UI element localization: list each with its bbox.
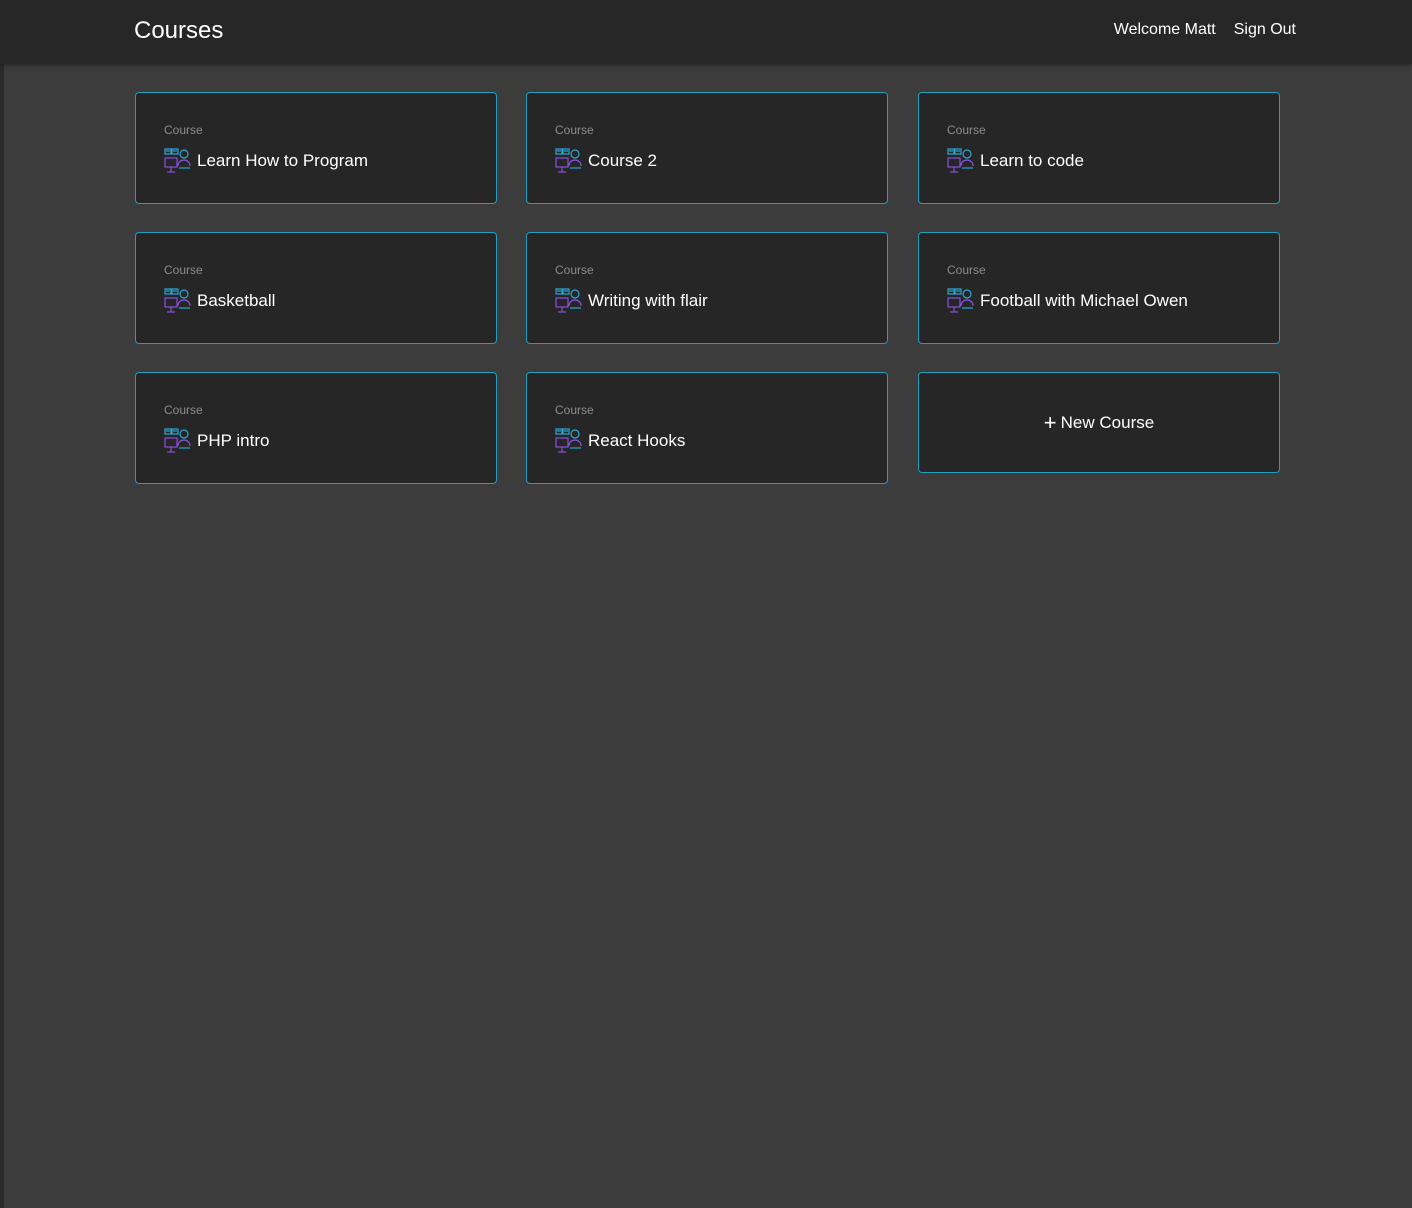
course-type-label: Course (555, 263, 594, 277)
user-nav: Welcome Matt Sign Out (1114, 20, 1296, 40)
course-card[interactable]: Course React Hooks (526, 372, 888, 484)
new-course-button[interactable]: + New Course (918, 372, 1280, 473)
course-icon (555, 427, 583, 455)
plus-icon: + (1043, 409, 1057, 435)
course-title: Course 2 (588, 151, 657, 170)
page-title[interactable]: Courses (134, 16, 223, 46)
course-title-row: Course 2 (555, 147, 657, 175)
course-icon (555, 287, 583, 315)
course-title-row: PHP intro (164, 427, 269, 455)
course-card[interactable]: Course Football with Michael Owen (918, 232, 1280, 344)
course-card[interactable]: Course PHP intro (135, 372, 497, 484)
course-type-label: Course (947, 123, 986, 137)
course-title-row: Basketball (164, 287, 275, 315)
welcome-user-link[interactable]: Welcome Matt (1114, 20, 1216, 40)
course-type-label: Course (947, 263, 986, 277)
course-icon (947, 287, 975, 315)
course-type-label: Course (164, 403, 203, 417)
course-icon (164, 427, 192, 455)
course-card[interactable]: Course Learn How to Program (135, 92, 497, 204)
course-title: Learn How to Program (197, 151, 369, 170)
course-type-label: Course (555, 403, 594, 417)
sign-out-link[interactable]: Sign Out (1234, 20, 1296, 40)
course-card[interactable]: Course Course 2 (526, 92, 888, 204)
course-title: Learn to code (980, 151, 1084, 170)
course-type-label: Course (164, 263, 203, 277)
top-navbar: Courses Welcome Matt Sign Out (0, 0, 1412, 64)
course-card[interactable]: Course Writing with flair (526, 232, 888, 344)
course-icon (555, 147, 583, 175)
course-icon (164, 287, 192, 315)
course-icon (947, 147, 975, 175)
course-card[interactable]: Course Learn to code (918, 92, 1280, 204)
course-title-row: Learn to code (947, 147, 1084, 175)
new-course-label: New Course (1060, 412, 1155, 432)
course-card[interactable]: Course Basketball (135, 232, 497, 344)
course-title-row: Writing with flair (555, 287, 708, 315)
course-title: Basketball (197, 291, 276, 310)
course-title-row: React Hooks (555, 427, 685, 455)
course-title: PHP intro (197, 431, 270, 450)
course-type-label: Course (164, 123, 203, 137)
course-title: React Hooks (588, 431, 686, 450)
course-title: Writing with flair (588, 291, 708, 310)
course-type-label: Course (555, 123, 594, 137)
course-title: Football with Michael Owen (980, 291, 1188, 310)
course-title-row: Football with Michael Owen (947, 287, 1188, 315)
course-title-row: Learn How to Program (164, 147, 368, 175)
course-icon (164, 147, 192, 175)
